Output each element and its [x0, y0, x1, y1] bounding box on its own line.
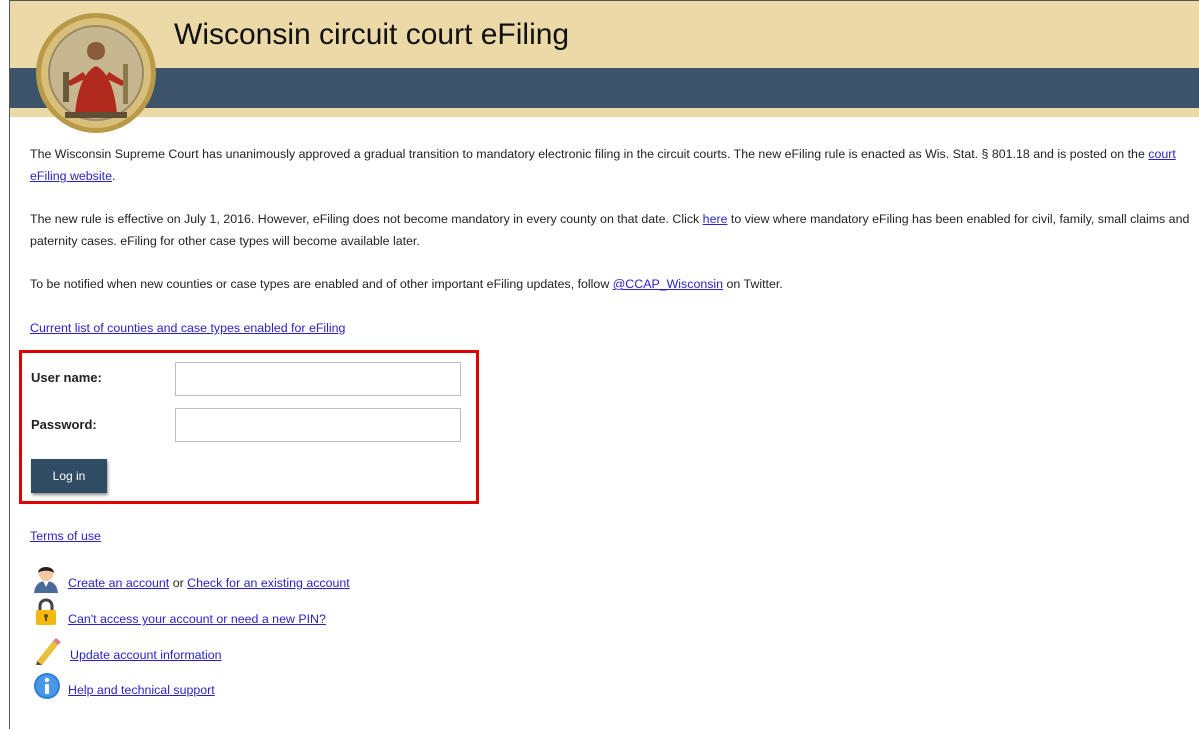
create-account-link[interactable]: Create an account [68, 576, 169, 590]
username-label: User name: [31, 370, 102, 385]
intro-text-2: The new rule is effective on July 1, 201… [30, 212, 703, 226]
help-row: Help and technical support [68, 683, 215, 697]
header-accent-line [10, 108, 1199, 117]
update-account-link[interactable]: Update account information [70, 648, 222, 662]
nav-bar [10, 68, 1199, 108]
pencil-icon [36, 638, 61, 665]
login-form: User name: Password: Log in [19, 350, 479, 504]
account-row: Create an account or Check for an existi… [68, 576, 350, 590]
intro-text-1: The Wisconsin Supreme Court has unanimou… [30, 147, 1149, 161]
intro-text-1-end: . [111, 169, 116, 183]
update-info-row: Update account information [70, 648, 222, 662]
terms-row: Terms of use [30, 529, 101, 543]
court-seal-logo [36, 13, 156, 133]
login-button[interactable]: Log in [31, 459, 107, 493]
counties-case-types-link[interactable]: Current list of counties and case types … [30, 321, 345, 335]
cant-access-row: Can't access your account or need a new … [68, 612, 326, 626]
page-title: Wisconsin circuit court eFiling [174, 18, 570, 51]
user-icon [34, 567, 58, 593]
intro-text-3-end: on Twitter. [723, 277, 783, 291]
here-link[interactable]: here [703, 212, 728, 226]
or-text: or [169, 576, 188, 590]
help-support-link[interactable]: Help and technical support [68, 683, 215, 697]
twitter-handle-link[interactable]: @CCAP_Wisconsin [613, 277, 723, 291]
username-input[interactable] [175, 362, 461, 396]
password-input[interactable] [175, 408, 461, 442]
intro-text-3: To be notified when new counties or case… [30, 277, 613, 291]
cant-access-link[interactable]: Can't access your account or need a new … [68, 612, 326, 626]
lock-icon [36, 598, 56, 625]
intro-paragraph-3: To be notified when new counties or case… [30, 273, 1195, 295]
counties-link-row: Current list of counties and case types … [30, 317, 1195, 339]
check-account-link[interactable]: Check for an existing account [187, 576, 350, 590]
intro-paragraph-1: The Wisconsin Supreme Court has unanimou… [30, 143, 1195, 187]
password-label: Password: [31, 417, 97, 432]
terms-of-use-link[interactable]: Terms of use [30, 529, 101, 543]
info-icon [34, 673, 60, 699]
intro-paragraph-2: The new rule is effective on July 1, 201… [30, 208, 1195, 252]
